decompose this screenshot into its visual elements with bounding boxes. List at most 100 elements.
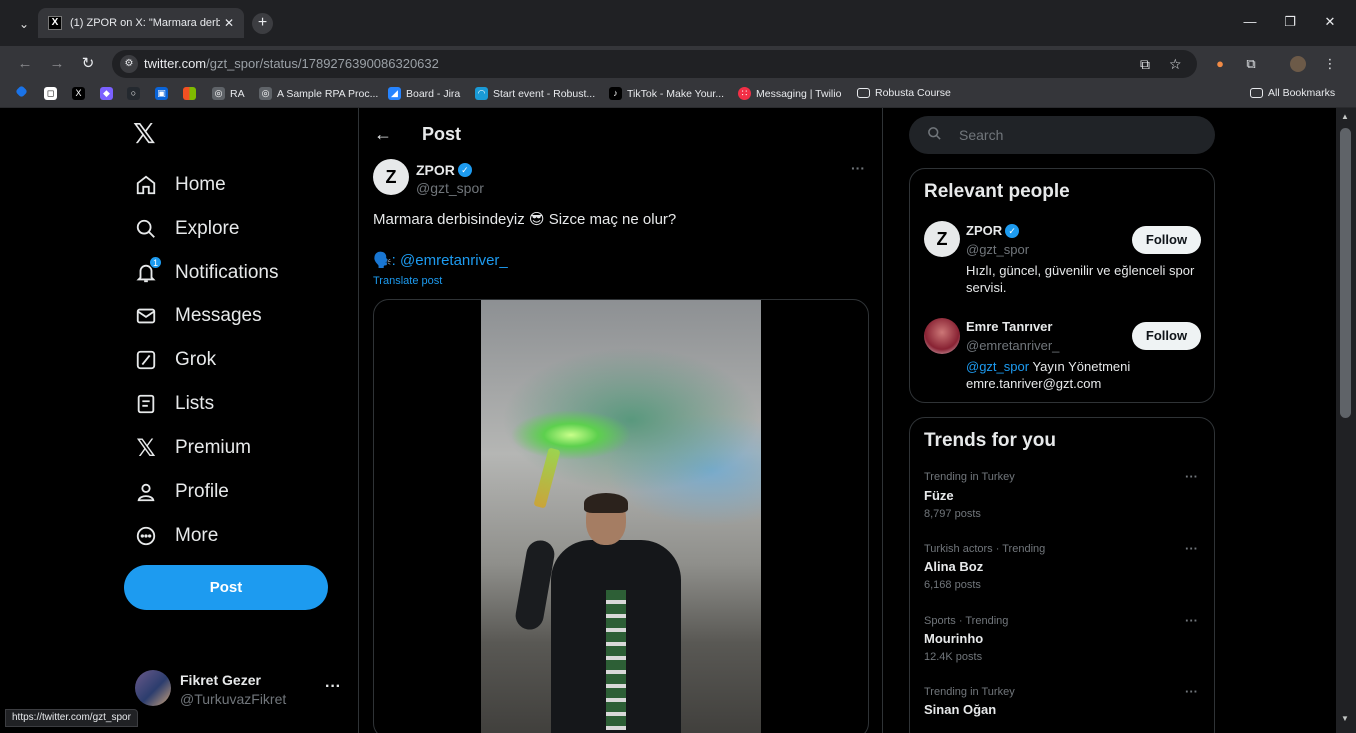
post-text: Marmara derbisindeyiz 😎 Sizce maç ne olu… bbox=[373, 211, 677, 228]
trend-context: Turkish actors · Trending bbox=[924, 543, 1046, 555]
relevant-people-title: Relevant people bbox=[924, 181, 1070, 202]
trend-more-icon[interactable]: ··· bbox=[1185, 684, 1198, 699]
bookmark-rpa[interactable]: ◎ A Sample RPA Proc... bbox=[259, 87, 378, 100]
trend-context: Trending in Turkey bbox=[924, 471, 1015, 483]
minimize-icon[interactable]: — bbox=[1240, 14, 1260, 29]
bio-link[interactable]: @gzt_spor bbox=[966, 359, 1029, 374]
nav-explore[interactable]: Explore bbox=[133, 214, 239, 244]
person-icon bbox=[133, 479, 159, 505]
nav-profile[interactable]: Profile bbox=[133, 477, 229, 507]
trend-name[interactable]: Sinan Oğan bbox=[924, 702, 996, 717]
trend-name[interactable]: Füze bbox=[924, 488, 954, 503]
restore-icon[interactable]: ❐ bbox=[1280, 14, 1300, 30]
bookmark-tiktok[interactable]: ♪ TikTok - Make Your... bbox=[609, 87, 724, 100]
person-name[interactable]: Emre Tanrıver bbox=[966, 319, 1052, 334]
bookmark-folder-robusta[interactable]: Robusta Course bbox=[857, 87, 951, 99]
bell-icon: 1 bbox=[133, 256, 162, 286]
nav-premium[interactable]: 𝕏 Premium bbox=[133, 433, 251, 463]
avatar[interactable] bbox=[924, 318, 960, 354]
search-placeholder: Search bbox=[959, 127, 1004, 143]
nav-lists[interactable]: Lists bbox=[133, 389, 214, 419]
browser-menu-icon[interactable]: ⋮ bbox=[1322, 56, 1338, 72]
trend-name[interactable]: Mourinho bbox=[924, 631, 983, 646]
close-window-icon[interactable]: ✕ bbox=[1320, 14, 1340, 30]
search-input[interactable]: Search bbox=[909, 116, 1215, 154]
bookmark-github-icon[interactable]: ○ bbox=[127, 87, 145, 100]
extensions-puzzle-icon[interactable]: ⧉ bbox=[1243, 56, 1259, 72]
address-bar[interactable]: ⚙ twitter.com/gzt_spor/status/1789276390… bbox=[112, 50, 1197, 78]
bookmark-x-icon[interactable]: X bbox=[72, 87, 90, 100]
person-name[interactable]: ZPOR ✓ bbox=[966, 223, 1020, 238]
person-handle[interactable]: @emretanriver_ bbox=[966, 338, 1059, 353]
scrollbar-thumb[interactable] bbox=[1340, 128, 1351, 418]
forward-nav-icon[interactable]: → bbox=[47, 54, 67, 74]
post-media[interactable] bbox=[373, 299, 869, 733]
back-nav-icon[interactable]: ← bbox=[15, 54, 35, 74]
bookmark-ra[interactable]: ◎ RA bbox=[212, 87, 245, 100]
extension-icon[interactable]: ● bbox=[1212, 56, 1228, 72]
trend-more-icon[interactable]: ··· bbox=[1185, 613, 1198, 628]
back-arrow-icon[interactable]: ← bbox=[374, 124, 392, 145]
trend-name[interactable]: Alina Boz bbox=[924, 559, 983, 574]
nav-messages[interactable]: Messages bbox=[133, 301, 262, 331]
author-name[interactable]: ZPOR ✓ bbox=[416, 162, 472, 178]
tab-close-icon[interactable]: ✕ bbox=[224, 16, 234, 30]
post-column: ← Post Z ZPOR ✓ @gzt_spor ··· Marmara der… bbox=[358, 108, 883, 733]
install-app-icon[interactable]: ⧉ bbox=[1140, 56, 1150, 73]
bookmark-jira[interactable]: ◢ Board - Jira bbox=[388, 87, 460, 100]
scroll-up-icon[interactable]: ▲ bbox=[1341, 112, 1349, 121]
x-logo-icon[interactable]: 𝕏 bbox=[133, 120, 161, 148]
compose-post-button[interactable]: Post bbox=[124, 565, 328, 610]
nav-grok[interactable]: Grok bbox=[133, 345, 216, 375]
nav-notifications[interactable]: 1 Notifications bbox=[133, 256, 279, 288]
tab-title: (1) ZPOR on X: "Marmara derbis bbox=[70, 17, 220, 29]
bookmark-blue-icon[interactable]: ◆ bbox=[100, 87, 118, 100]
author-handle[interactable]: @gzt_spor bbox=[416, 180, 484, 196]
bookmark-twilio[interactable]: ∷ Messaging | Twilio bbox=[738, 87, 841, 100]
bookmark-robust[interactable]: ◠ Start event - Robust... bbox=[475, 87, 595, 100]
twitter-page: 𝕏 Home Explore 1 Notifications Messages … bbox=[0, 108, 1336, 733]
nav-more[interactable]: More bbox=[133, 521, 218, 551]
video-subject bbox=[513, 493, 691, 733]
verified-badge-icon: ✓ bbox=[1005, 223, 1020, 238]
page-title: Post bbox=[422, 124, 462, 144]
person-handle[interactable]: @gzt_spor bbox=[966, 242, 1029, 257]
trend-more-icon[interactable]: ··· bbox=[1185, 469, 1198, 484]
account-switcher[interactable]: Fikret Gezer @TurkuvazFikret ··· bbox=[135, 670, 345, 710]
relevant-people-card: Relevant people Z ZPOR ✓ @gzt_spor Hızlı,… bbox=[909, 168, 1215, 403]
post-more-icon[interactable]: ··· bbox=[851, 160, 865, 176]
bookmark-square-icon[interactable]: ◻ bbox=[44, 87, 62, 100]
trend-context: Sports · Trending bbox=[924, 615, 1009, 627]
url-text[interactable]: twitter.com/gzt_spor/status/178927639008… bbox=[144, 56, 439, 71]
bookmark-outlook-icon[interactable]: ▣ bbox=[155, 87, 173, 100]
reload-icon[interactable]: ↻ bbox=[78, 54, 98, 74]
tab-search-chevron-icon[interactable]: ⌄ bbox=[14, 14, 34, 34]
browser-tab-active[interactable]: X (1) ZPOR on X: "Marmara derbis ✕ bbox=[38, 8, 244, 38]
trend-context: Trending in Turkey bbox=[924, 686, 1015, 698]
post-mention-link[interactable]: 🗣️: @emretanriver_ bbox=[373, 251, 508, 269]
video-player[interactable] bbox=[481, 300, 761, 733]
follow-button[interactable]: Follow bbox=[1132, 226, 1201, 254]
new-tab-button[interactable]: + bbox=[252, 13, 273, 34]
trend-more-icon[interactable]: ··· bbox=[1185, 541, 1198, 556]
envelope-icon bbox=[133, 303, 159, 329]
bookmark-microsoft-icon[interactable] bbox=[183, 87, 201, 100]
follow-button[interactable]: Follow bbox=[1132, 322, 1201, 350]
account-more-icon[interactable]: ··· bbox=[325, 678, 341, 696]
bookmark-diamond-icon[interactable] bbox=[15, 85, 31, 98]
profile-avatar-icon[interactable] bbox=[1290, 56, 1306, 72]
person-bio: Hızlı, güncel, güvenilir ve eğlenceli sp… bbox=[966, 263, 1195, 295]
page-scrollbar[interactable]: ▲ ▼ bbox=[1336, 108, 1356, 733]
scroll-down-icon[interactable]: ▼ bbox=[1341, 714, 1349, 723]
avatar[interactable]: Z bbox=[924, 221, 960, 257]
trends-title: Trends for you bbox=[924, 430, 1056, 451]
home-icon bbox=[133, 172, 159, 198]
search-icon bbox=[133, 216, 159, 242]
site-info-icon[interactable]: ⚙ bbox=[120, 55, 138, 73]
bookmark-star-icon[interactable]: ☆ bbox=[1169, 56, 1182, 73]
all-bookmarks-folder[interactable]: All Bookmarks bbox=[1250, 87, 1335, 99]
person-bio: @gzt_spor Yayın Yönetmeni emre.tanriver@… bbox=[966, 359, 1131, 391]
nav-home[interactable]: Home bbox=[133, 170, 226, 200]
author-avatar[interactable]: Z bbox=[373, 159, 409, 195]
translate-post-link[interactable]: Translate post bbox=[373, 275, 442, 287]
